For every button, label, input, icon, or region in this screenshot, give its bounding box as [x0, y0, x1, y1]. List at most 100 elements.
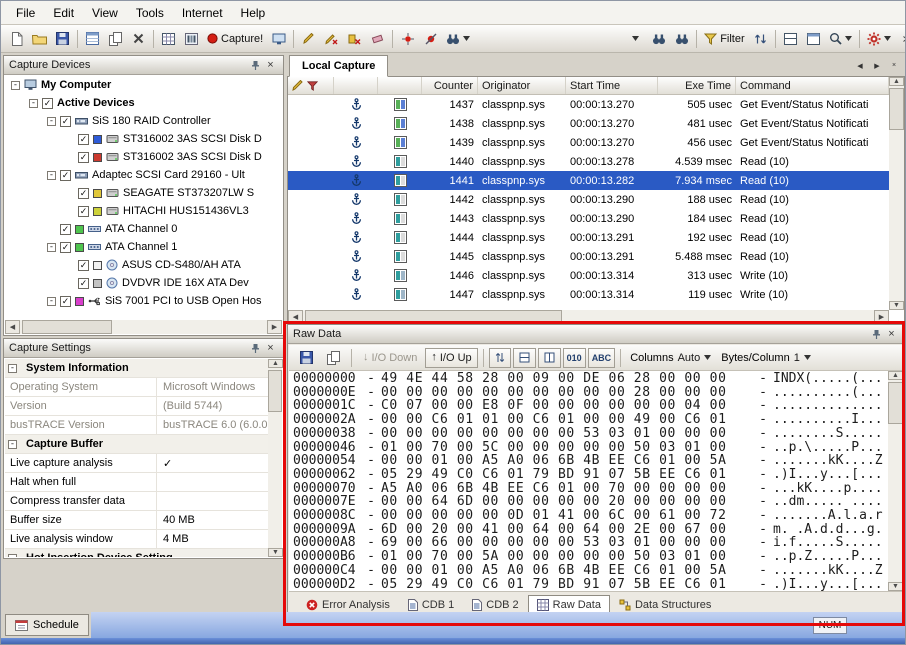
- capture-vertical-scrollbar[interactable]: ▲ ▼: [889, 77, 904, 310]
- tree-item[interactable]: - ✓ Adaptec SCSI Card 29160 - Ult: [5, 166, 282, 184]
- capture-row[interactable]: 1439 classpnp.sys 00:00:13.270 456 usec Get …: [288, 133, 889, 152]
- menu-edit[interactable]: Edit: [44, 2, 83, 24]
- scroll-track[interactable]: [268, 368, 282, 548]
- delete-button[interactable]: [127, 28, 150, 50]
- close-document-icon[interactable]: ×: [887, 59, 901, 72]
- settings-row[interactable]: Buffer size 40 MB: [5, 511, 268, 530]
- hex-line[interactable]: 00000070- A5 A0 06 6B 4B EE C6 01 00 70 0…: [293, 481, 887, 496]
- trigger-list-button[interactable]: [419, 28, 442, 50]
- settings-row[interactable]: Live capture analysis ✓: [5, 454, 268, 473]
- close-icon[interactable]: ×: [884, 327, 899, 341]
- menu-view[interactable]: View: [83, 2, 127, 24]
- tree-item[interactable]: ✓ ASUS CD-S480/AH ATA: [5, 256, 282, 274]
- tree-item[interactable]: - ✓ Active Devices: [5, 94, 282, 112]
- columns-dropdown[interactable]: Columns Auto: [626, 348, 715, 368]
- io-up-button[interactable]: ↑ I/O Up: [425, 347, 478, 368]
- scroll-thumb[interactable]: [305, 310, 562, 323]
- hex-line[interactable]: 0000009A -6D 00 20 00 41 00 64 00 64 00 2…: [293, 523, 887, 537]
- scroll-track[interactable]: [20, 320, 267, 334]
- binary-display-button[interactable]: 010: [562, 347, 586, 368]
- hex-line[interactable]: 000000D2-05 29 49 C0 C6 01 79 BD 91 07 5…: [293, 577, 887, 591]
- hex-line[interactable]: 000000C4-00 00 01 00 A5 A0 06 6B 4B EE C…: [293, 564, 887, 578]
- bytes-per-column-dropdown[interactable]: Bytes/Column 1: [717, 348, 815, 368]
- scroll-down-button[interactable]: ▼: [888, 582, 903, 591]
- settings-vertical-scrollbar[interactable]: ▲ ▼: [268, 359, 283, 557]
- tree-item[interactable]: ✓ ST316002 3AS SCSI Disk D: [5, 148, 282, 166]
- scroll-thumb[interactable]: [268, 370, 282, 412]
- capture-horizontal-scrollbar[interactable]: ◀ ▶: [288, 310, 889, 323]
- eraser-button[interactable]: [366, 28, 389, 50]
- tree-checkbox[interactable]: ✓: [78, 259, 89, 271]
- find-button[interactable]: [442, 28, 474, 50]
- tree-expander-icon[interactable]: -: [47, 170, 56, 180]
- scroll-right-button[interactable]: ▶: [874, 310, 889, 323]
- ascii-display-button[interactable]: ABC: [587, 347, 616, 368]
- tree-checkbox[interactable]: ✓: [60, 169, 71, 181]
- tree-checkbox[interactable]: ✓: [78, 277, 89, 289]
- tree-checkbox[interactable]: ✓: [78, 205, 89, 217]
- tree-checkbox[interactable]: ✓: [60, 115, 71, 127]
- split-rows-button[interactable]: [512, 347, 536, 368]
- tree-expander-icon[interactable]: -: [29, 98, 38, 108]
- scroll-down-button[interactable]: ▼: [889, 301, 904, 310]
- scroll-left-button[interactable]: ◀: [288, 310, 303, 323]
- pin-icon[interactable]: [248, 341, 263, 355]
- new-file-button[interactable]: [5, 28, 28, 50]
- hex-vertical-scrollbar[interactable]: ▲ ▼: [888, 371, 903, 591]
- tree-expander-icon[interactable]: -: [47, 242, 56, 252]
- settings-section[interactable]: - Capture Buffer: [5, 435, 268, 454]
- close-icon[interactable]: ×: [263, 341, 278, 355]
- scroll-right-button[interactable]: ▶: [267, 320, 282, 334]
- split-columns-button[interactable]: [537, 347, 561, 368]
- close-icon[interactable]: ×: [263, 58, 278, 72]
- hex-line[interactable]: 000000B6-01 00 70 00 5A 00 00 00 00 00 5…: [293, 550, 887, 564]
- clear-all-highlights-button[interactable]: [343, 28, 366, 50]
- settings-section[interactable]: - System Information: [5, 359, 268, 378]
- menu-file[interactable]: File: [7, 2, 44, 24]
- hex-line[interactable]: 0000001C - C0 07 00 00 E8 0F 00 00 00 00 0…: [293, 399, 887, 413]
- menu-tools[interactable]: Tools: [127, 2, 173, 24]
- capture-row[interactable]: 1437 classpnp.sys 00:00:13.270 505 usec Get …: [288, 95, 889, 114]
- tree-checkbox[interactable]: ✓: [78, 133, 89, 145]
- capture-row[interactable]: 1441 classpnp.sys 00:00:13.282 7.934 msec Re…: [288, 171, 889, 190]
- tab-local-capture[interactable]: Local Capture: [289, 55, 389, 77]
- scroll-up-button[interactable]: ▲: [268, 359, 283, 368]
- header-start-time[interactable]: Start Time: [566, 77, 658, 94]
- settings-row[interactable]: Compress transfer data: [5, 492, 268, 511]
- tree-item[interactable]: - ✓ SiS 7001 PCI to USB Open Hos: [5, 292, 282, 310]
- tree-item[interactable]: ✓ SEAGATE ST373207LW S: [5, 184, 282, 202]
- devices-horizontal-scrollbar[interactable]: ◀ ▶: [5, 320, 282, 334]
- find-next-button[interactable]: [670, 28, 693, 50]
- scroll-track[interactable]: [888, 380, 903, 582]
- hex-line[interactable]: 000000A8-69 00 66 00 00 00 00 00 53 03 0…: [293, 536, 887, 550]
- tools-gear-button[interactable]: [863, 28, 895, 50]
- hex-line[interactable]: 0000008C -00 00 00 00 00 0D 01 41 00 6C 0…: [293, 509, 887, 523]
- rawdata-copy-button[interactable]: [321, 348, 346, 368]
- header-originator[interactable]: Originator: [478, 77, 566, 94]
- trigger-button[interactable]: [396, 28, 419, 50]
- filter-button[interactable]: Filter: [700, 28, 748, 50]
- tree-expander-icon[interactable]: -: [47, 296, 56, 306]
- scroll-up-button[interactable]: ▲: [889, 77, 904, 86]
- new-window-button[interactable]: [802, 28, 825, 50]
- schedule-tab[interactable]: Schedule: [5, 614, 89, 636]
- capture-row[interactable]: 1447 classpnp.sys 00:00:13.314 119 usec Writ…: [288, 285, 889, 304]
- settings-row[interactable]: Live analysis window 4 MB: [5, 530, 268, 549]
- settings-row[interactable]: Operating System Microsoft Windows: [5, 378, 268, 397]
- capture-row[interactable]: 1440 classpnp.sys 00:00:13.278 4.539 msec Re…: [288, 152, 889, 171]
- settings-section[interactable]: -Hot Insertion Device Setting: [5, 549, 268, 557]
- copy-button[interactable]: [104, 28, 127, 50]
- rawdata-save-button[interactable]: [294, 348, 319, 368]
- tree-expander-icon[interactable]: -: [47, 116, 56, 126]
- highlight-pen-button[interactable]: [297, 28, 320, 50]
- scroll-left-button[interactable]: ◀: [5, 320, 20, 334]
- tree-checkbox[interactable]: ✓: [42, 97, 53, 109]
- capture-row[interactable]: 1444 classpnp.sys 00:00:13.291 192 usec Read…: [288, 228, 889, 247]
- find-previous-button[interactable]: [647, 28, 670, 50]
- capture-row[interactable]: 1446 classpnp.sys 00:00:13.314 313 usec Writ…: [288, 266, 889, 285]
- section-expander-icon[interactable]: -: [8, 553, 17, 557]
- scroll-track[interactable]: [889, 86, 904, 301]
- settings-row[interactable]: Halt when full: [5, 473, 268, 492]
- hex-line[interactable]: 0000002A -00 00 C6 01 01 00 C6 01 00 00 4…: [293, 413, 887, 427]
- capture-row[interactable]: 1445 classpnp.sys 00:00:13.291 5.488 msec Re…: [288, 247, 889, 266]
